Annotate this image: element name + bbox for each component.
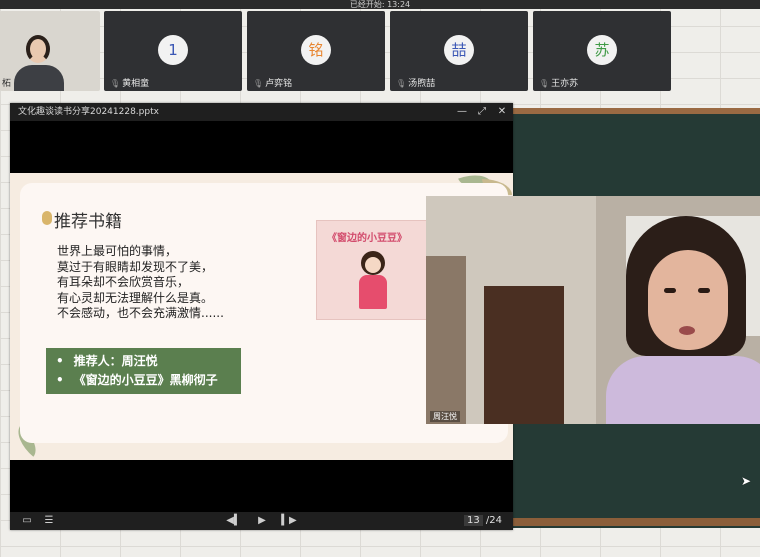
poem-line: 世界上最可怕的事情， <box>57 244 178 258</box>
slide-panel-icon[interactable]: ▭ <box>18 512 36 530</box>
meeting-elapsed-text: 已经开始: 13:24 <box>349 0 411 9</box>
participant-tile[interactable]: 铭 🎙 卢弈铭 <box>247 11 385 91</box>
mouse-cursor-icon: ➤ <box>741 474 752 488</box>
window-title: 文化趣谈读书分享20241228.pptx <box>18 107 159 117</box>
presenter-name: 周汪悦 <box>430 411 460 422</box>
list-item: • 《窗边的小豆豆》黑柳彻子 <box>56 373 218 387</box>
slide-title: 推荐书籍 <box>54 212 122 232</box>
participant-tile[interactable]: 苏 🎙 王亦苏 <box>533 11 671 91</box>
window-titlebar: 文化趣谈读书分享20241228.pptx <box>10 103 513 121</box>
book-cover-image: 《窗边的小豆豆》 <box>316 220 428 320</box>
participant-tile-camera[interactable]: 柘 <box>0 11 100 91</box>
participant-video <box>14 29 64 91</box>
poem-line: 不会感动，也不会充满激情...... <box>57 306 224 320</box>
girl-illustration <box>357 251 389 311</box>
play-icon[interactable]: ▶ <box>253 512 271 530</box>
presenter-video[interactable]: 周汪悦 <box>426 196 760 424</box>
minimize-icon[interactable]: — <box>454 103 470 121</box>
list-item: • 推荐人：周汪悦 <box>56 354 158 368</box>
participant-avatar: 1 <box>158 35 188 65</box>
participant-name: 柘 <box>2 79 12 89</box>
presenter-figure <box>606 216 760 424</box>
chalkboard-ledge <box>505 518 760 526</box>
participant-tile[interactable]: 1 🎙 黄相童 <box>104 11 242 91</box>
restore-icon[interactable]: ⤢ <box>474 103 490 121</box>
mic-muted-icon: 🎙 <box>539 79 550 88</box>
previous-slide-icon[interactable]: ◀▍ <box>225 512 243 530</box>
meeting-status-bar: 已经开始: 13:24 <box>0 0 760 9</box>
slide-poem: 世界上最可怕的事情， 莫过于有眼睛却发现不了美， 有耳朵却不会欣赏音乐， 有心灵… <box>57 244 224 322</box>
recommend-box: • 推荐人：周汪悦 • 《窗边的小豆豆》黑柳彻子 <box>46 348 241 394</box>
mic-muted-icon: 🎙 <box>396 79 407 88</box>
poem-line: 有心灵却无法理解什么是真。 <box>57 290 214 305</box>
mic-muted-icon: 🎙 <box>253 79 264 88</box>
participant-tile[interactable]: 喆 🎙 汤煦喆 <box>390 11 528 91</box>
participant-avatar: 铭 <box>301 35 331 65</box>
participant-avatar: 苏 <box>587 35 617 65</box>
mic-muted-icon: 🎙 <box>110 79 121 88</box>
book-cover-title: 《窗边的小豆豆》 <box>327 233 407 244</box>
page-indicator: 13 /24 <box>464 514 502 528</box>
title-bullet-icon <box>42 211 52 225</box>
participant-name: 王亦苏 <box>551 79 579 89</box>
poem-line: 莫过于有眼睛却发现不了美， <box>57 259 214 274</box>
participant-name: 黄相童 <box>122 79 150 89</box>
slideshow-toolbar: ▭ ☰ ◀▍ ▶ ▍▶ 13 /24 <box>10 512 513 530</box>
total-pages: /24 <box>485 515 503 526</box>
poem-line: 有耳朵却不会欣赏音乐， <box>57 275 190 289</box>
participant-avatar: 喆 <box>444 35 474 65</box>
current-page-input[interactable]: 13 <box>464 515 483 526</box>
notes-icon[interactable]: ☰ <box>40 512 58 530</box>
participant-name: 卢弈铭 <box>265 79 293 89</box>
next-slide-icon[interactable]: ▍▶ <box>280 512 298 530</box>
close-icon[interactable]: ✕ <box>494 103 510 121</box>
presentation-window: 文化趣谈读书分享20241228.pptx — ⤢ ✕ 推荐书籍 世界上最可怕的… <box>10 103 760 530</box>
participant-name: 汤煦喆 <box>408 79 436 89</box>
